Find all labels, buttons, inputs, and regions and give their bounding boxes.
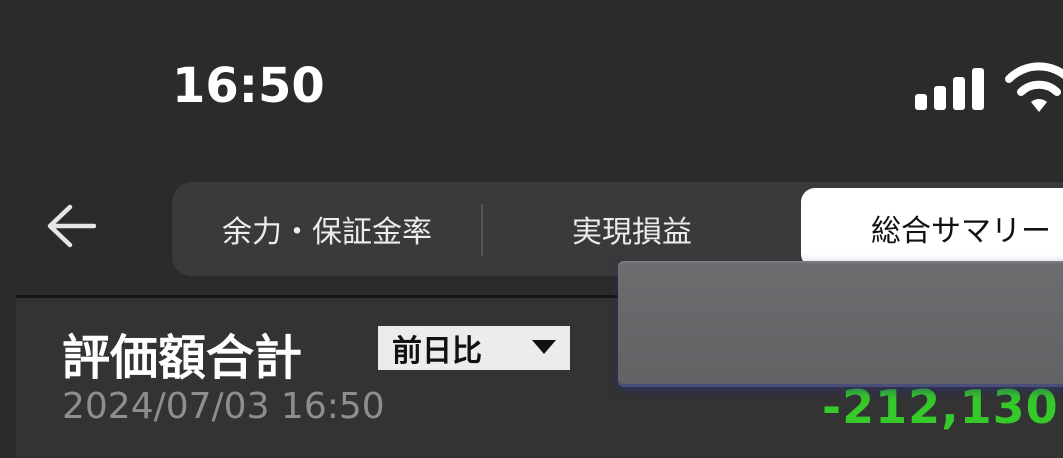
summary-title: 評価額合計 [62, 330, 303, 386]
tab-margin-rate[interactable]: 余力・保証金率 [172, 182, 482, 276]
chevron-down-icon [532, 340, 556, 354]
back-button[interactable] [38, 196, 104, 256]
overlay-panel [618, 261, 1063, 387]
back-arrow-icon [47, 204, 96, 248]
summary-timestamp: 2024/07/03 16:50 [62, 386, 385, 427]
status-time: 16:50 [172, 58, 325, 114]
signal-icon [915, 68, 984, 110]
compare-select-label: 前日比 [392, 334, 482, 369]
summary-value: -212,130 - [822, 380, 1063, 434]
compare-select[interactable]: 前日比 [378, 326, 570, 370]
wifi-icon [1005, 62, 1063, 112]
tab-overall-summary[interactable]: 総合サマリー [801, 188, 1063, 268]
app-screen: 16:50 余力・保証金率 実現損益 総合サマリー 評価額合計 前日比 2024… [0, 0, 1063, 458]
